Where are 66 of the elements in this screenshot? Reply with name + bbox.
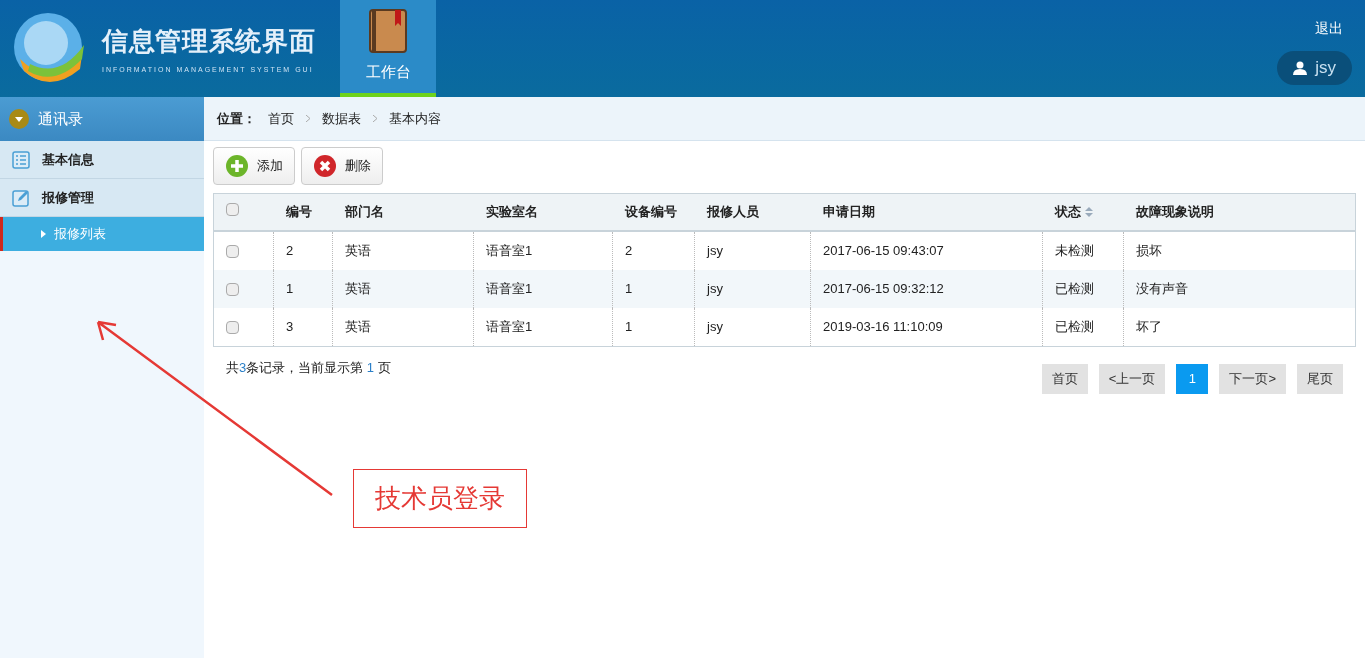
checkbox[interactable]: [226, 244, 239, 258]
table-cell-text: 已检测: [1055, 318, 1094, 337]
toolbar-button[interactable]: 添加: [213, 147, 295, 185]
table-cell-text: 语音室1: [486, 242, 533, 261]
close-icon: [313, 154, 337, 178]
breadcrumb-link[interactable]: 首页: [268, 108, 294, 129]
record-summary: 共3条记录，当前显示第 1 页: [226, 359, 391, 377]
page-button[interactable]: 首页: [1041, 364, 1088, 394]
logout-link[interactable]: 退出: [1315, 18, 1352, 39]
column-header[interactable]: 状态: [1055, 202, 1093, 222]
table-cell-text: 英语: [345, 318, 371, 337]
user-button[interactable]: jsy: [1277, 51, 1352, 85]
column-header: 设备编号: [625, 203, 677, 222]
table-cell-text: 已检测: [1055, 280, 1094, 299]
breadcrumb-label: 位置：: [217, 109, 256, 128]
plus-icon: [225, 154, 249, 178]
breadcrumb-link[interactable]: 数据表: [322, 108, 361, 129]
table-cell-text: 语音室1: [486, 318, 533, 337]
column-header: 编号: [286, 203, 312, 222]
column-header: 故障现象说明: [1136, 203, 1214, 222]
table-cell-text: 2: [625, 242, 633, 261]
column-header: 实验室名: [486, 203, 538, 222]
toolbar-button[interactable]: 删除: [301, 147, 383, 185]
checkbox[interactable]: [226, 203, 239, 217]
table-cell-text: 1: [625, 280, 633, 299]
annotation-label: 技术员登录: [353, 469, 527, 528]
page-button[interactable]: <上一页: [1098, 364, 1166, 394]
table-cell-text: 坏了: [1136, 318, 1162, 337]
table-cell-text: 1: [286, 280, 294, 299]
chevron-icon: [373, 115, 377, 122]
user-icon: [1293, 61, 1308, 75]
caret-down-icon: [8, 108, 30, 130]
column-header: 报修人员: [707, 203, 759, 222]
sidebar-group[interactable]: 报修管理: [0, 179, 204, 217]
checkbox[interactable]: [226, 282, 239, 296]
book-icon: [369, 9, 407, 54]
table-cell-text: jsy: [707, 242, 723, 261]
table-cell-text: 2019-03-16 11:10:09: [823, 318, 943, 337]
table-cell-text: jsy: [707, 318, 723, 337]
table-cell-text: 2: [286, 242, 294, 261]
table-cell-text: 未检测: [1055, 242, 1094, 261]
table-cell-text: 2017-06-15 09:32:12: [823, 280, 944, 299]
table-cell-text: 损坏: [1136, 242, 1162, 261]
workbench-tab[interactable]: 工作台: [340, 0, 436, 97]
table-cell-text: 英语: [345, 280, 371, 299]
caret-right-icon: [41, 230, 46, 238]
list-icon: [12, 150, 30, 169]
table-cell-text: 没有声音: [1136, 280, 1188, 299]
column-header: 申请日期: [823, 203, 875, 222]
table-cell-text: 语音室1: [486, 280, 533, 299]
table-cell-text: jsy: [707, 280, 723, 299]
sidebar-title: 通讯录: [38, 108, 83, 129]
checkbox[interactable]: [226, 320, 239, 334]
page-button[interactable]: 下一页>: [1219, 364, 1286, 394]
table-cell-text: 1: [625, 318, 633, 337]
edit-icon: [12, 188, 30, 207]
sort-icon[interactable]: [1085, 207, 1093, 217]
app-title: 信息管理系统界面: [102, 24, 316, 58]
page-button[interactable]: 尾页: [1297, 364, 1343, 394]
table-cell-text: 英语: [345, 242, 371, 261]
table-cell-text: 2017-06-15 09:43:07: [823, 242, 944, 261]
sidebar-group[interactable]: 基本信息: [0, 141, 204, 179]
chevron-icon: [306, 115, 310, 122]
breadcrumb-link[interactable]: 基本内容: [389, 108, 441, 129]
column-header: 部门名: [345, 203, 384, 222]
table-cell-text: 3: [286, 318, 294, 337]
